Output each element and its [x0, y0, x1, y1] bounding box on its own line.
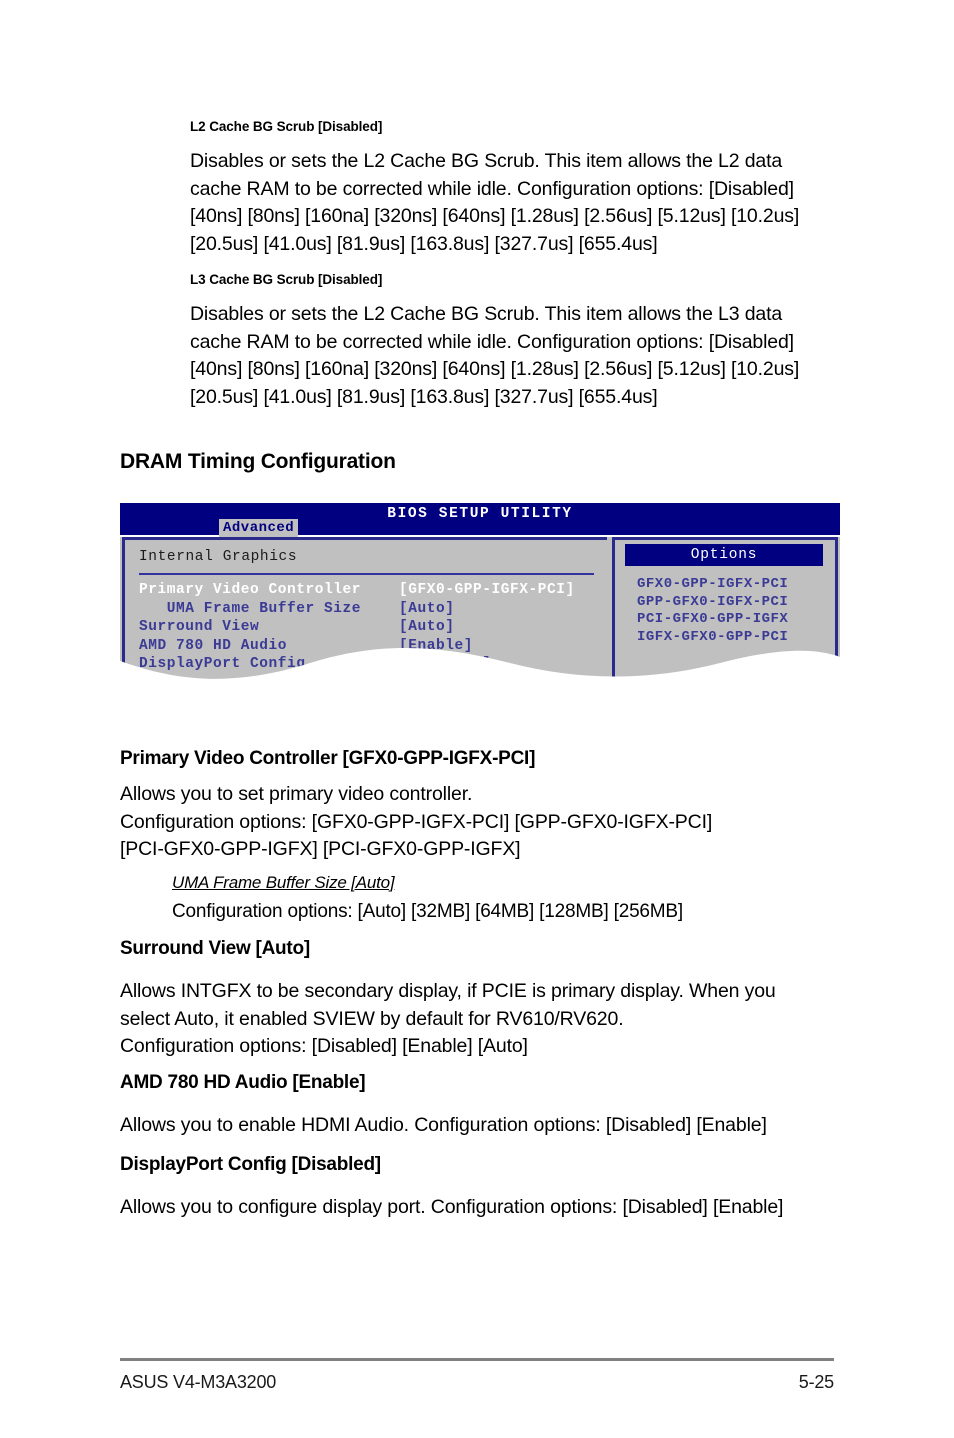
bios-body: Internal Graphics Primary Video Controll…	[120, 537, 840, 683]
bios-menu-value: [GFX0-GPP-IGFX-PCI]	[399, 582, 575, 598]
l2-cache-heading: L2 Cache BG Scrub [Disabled]	[190, 119, 383, 134]
bios-panel-divider	[139, 573, 594, 575]
amd-780-hd-audio-heading: AMD 780 HD Audio [Enable]	[120, 1072, 366, 1093]
footer-divider	[120, 1358, 834, 1361]
bios-menu-value: [Auto]	[399, 619, 455, 635]
bios-menu-label: AMD 780 HD Audio	[139, 637, 288, 654]
l3-cache-heading: L3 Cache BG Scrub [Disabled]	[190, 272, 383, 287]
bios-menu-row[interactable]: AMD 780 HD Audio [Enable]	[139, 637, 575, 656]
surround-view-heading: Surround View [Auto]	[120, 938, 310, 959]
bios-menu-label: Surround View	[139, 619, 260, 635]
uma-frame-buffer-size-heading: UMA Frame Buffer Size [Auto]	[172, 873, 395, 892]
bios-options-panel: Options GFX0-GPP-IGFX-PCI GPP-GFX0-IGFX-P…	[612, 537, 838, 681]
displayport-config-body: Allows you to configure display port. Co…	[120, 1196, 784, 1218]
bios-option-item[interactable]: GFX0-GPP-IGFX-PCI	[637, 576, 788, 594]
primary-video-controller-heading: Primary Video Controller [GFX0-GPP-IGFX-…	[120, 748, 536, 769]
bios-menu-value: [Disabled]	[399, 656, 492, 672]
bios-tab-advanced[interactable]: Advanced	[219, 519, 299, 538]
l2-cache-body: Disables or sets the L2 Cache BG Scrub. …	[190, 150, 800, 255]
bios-options-title: Options	[625, 544, 823, 566]
bios-option-item[interactable]: PCI-GFX0-GPP-IGFX	[637, 611, 788, 629]
bios-menu-list: Primary Video Controller [GFX0-GPP-IGFX-P…	[139, 581, 575, 674]
bios-main-panel: Internal Graphics Primary Video Controll…	[122, 537, 607, 681]
bios-menu-label: Primary Video Controller	[139, 582, 362, 598]
surround-view-body: Allows INTGFX to be secondary display, i…	[120, 980, 776, 1057]
primary-video-controller-body: Allows you to set primary video controll…	[120, 783, 713, 860]
displayport-config-heading: DisplayPort Config [Disabled]	[120, 1154, 381, 1175]
bios-panel-heading: Internal Graphics	[139, 549, 298, 565]
uma-frame-buffer-size-body: Configuration options: [Auto] [32MB] [64…	[172, 901, 683, 922]
bios-menu-row[interactable]: Primary Video Controller [GFX0-GPP-IGFX-P…	[139, 581, 575, 600]
footer-page-number: 5-25	[798, 1372, 834, 1392]
dram-timing-configuration-heading: DRAM Timing Configuration	[120, 450, 396, 473]
bios-menu-row[interactable]: Surround View [Auto]	[139, 618, 575, 637]
bios-menu-label: DisplayPort Config	[139, 656, 306, 672]
bios-menu-row[interactable]: DisplayPort Config [Disabled]	[139, 655, 575, 674]
l3-cache-body: Disables or sets the L2 Cache BG Scrub. …	[190, 303, 800, 408]
bios-options-list: GFX0-GPP-IGFX-PCI GPP-GFX0-IGFX-PCI PCI-GF…	[637, 576, 788, 646]
bios-option-item[interactable]: GPP-GFX0-IGFX-PCI	[637, 594, 788, 612]
bios-menu-label: UMA Frame Buffer Size	[139, 600, 362, 617]
bios-menu-value: [Auto]	[399, 600, 455, 617]
bios-menu-value: [Enable]	[399, 637, 474, 654]
footer-product-name: ASUS V4-M3A3200	[120, 1372, 277, 1392]
amd-780-hd-audio-body: Allows you to enable HDMI Audio. Configu…	[120, 1114, 767, 1136]
document-page: L2 Cache BG Scrub [Disabled] Disables or…	[0, 0, 954, 1438]
bios-option-item[interactable]: IGFX-GFX0-GPP-PCI	[637, 629, 788, 647]
bios-menu-row[interactable]: UMA Frame Buffer Size [Auto]	[139, 600, 575, 619]
bios-setup-screenshot: BIOS SETUP UTILITY Advanced Internal Gra…	[120, 503, 840, 683]
